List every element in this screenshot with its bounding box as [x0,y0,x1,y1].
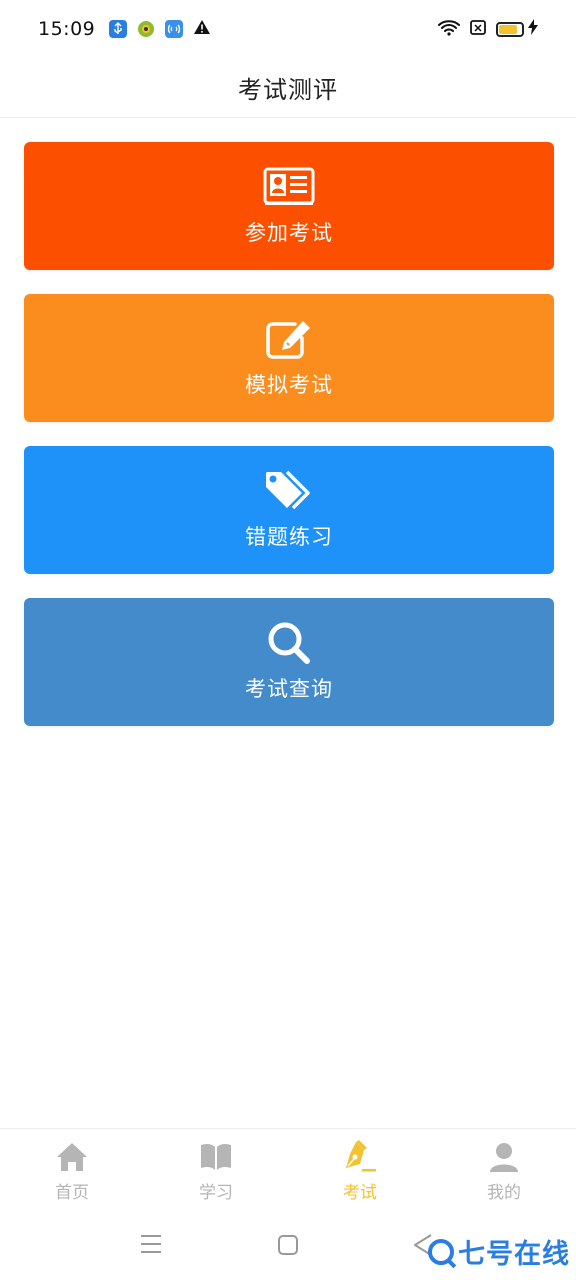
nav-exam[interactable]: 考试 [288,1129,432,1214]
nav-mine[interactable]: 我的 [432,1129,576,1214]
wrong-questions-button[interactable]: 错题练习 [24,446,554,574]
user-icon [486,1140,522,1174]
sim-icon [470,19,486,39]
card-label: 错题练习 [245,525,333,549]
nav-study[interactable]: 学习 [144,1129,288,1214]
watermark-text: 七号在线 [458,1239,570,1270]
page-header: 考试测评 [0,58,576,118]
status-icons-right [438,19,538,40]
watermark: 七号在线 [428,1232,570,1271]
exam-query-button[interactable]: 考试查询 [24,598,554,726]
nav-label: 学习 [199,1183,233,1203]
battery-fill [499,24,518,34]
battery-icon [496,21,524,37]
home-square-icon[interactable] [277,1234,299,1256]
warning-icon [193,19,211,39]
book-icon [198,1140,234,1174]
charging-icon [528,19,538,39]
usb-icon [109,20,128,38]
nav-home[interactable]: 首页 [0,1129,144,1214]
status-bar: 15:09 [0,0,576,58]
card-label: 参加考试 [245,221,333,245]
pen-icon [342,1140,378,1174]
nav-label: 我的 [487,1183,521,1203]
nfc-icon [165,20,184,38]
card-label: 模拟考试 [245,373,333,397]
bottom-nav: 首页 学习 考试 我的 [0,1128,576,1214]
status-time: 15:09 [38,18,96,40]
edit-icon [263,317,315,361]
menu-icon[interactable] [140,1234,162,1254]
status-icons-left [109,19,211,39]
join-exam-button[interactable]: 参加考试 [24,142,554,270]
page-title: 考试测评 [238,76,338,104]
nav-label: 首页 [55,1183,89,1203]
nav-label: 考试 [343,1183,377,1203]
card-label: 考试查询 [245,677,333,701]
wifi-icon [438,19,460,40]
ball-icon [137,20,155,38]
tags-icon [263,469,315,513]
watermark-logo-icon [428,1238,454,1265]
home-icon [54,1140,90,1174]
search-icon [263,621,315,665]
mock-exam-button[interactable]: 模拟考试 [24,294,554,422]
id-card-icon [263,165,315,209]
